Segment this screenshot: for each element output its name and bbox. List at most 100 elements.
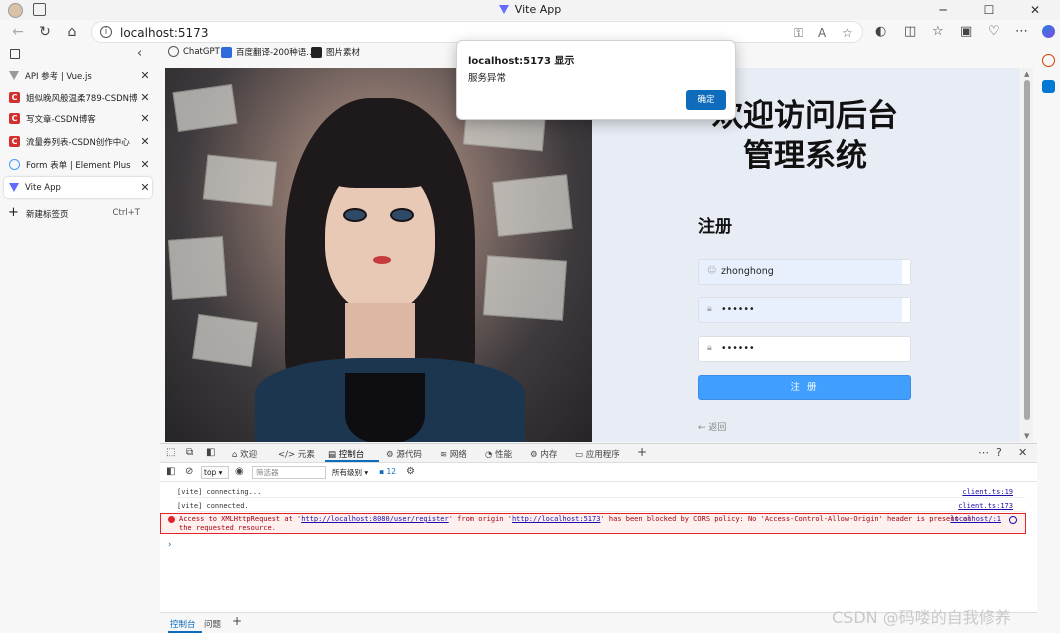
devtools-more-icon[interactable]: ⋯ [978, 446, 989, 459]
tab-application[interactable]: ▭ 应用程序 [575, 448, 620, 460]
lock-icon: 🔒︎ [707, 343, 712, 353]
reload-icon[interactable]: ↻ [36, 23, 54, 41]
scrollbar-thumb[interactable] [1024, 80, 1030, 420]
close-tab-icon[interactable]: ✕ [138, 112, 152, 125]
console-prompt[interactable]: › [167, 540, 172, 550]
close-tab-icon[interactable]: ✕ [138, 158, 152, 171]
tab-performance[interactable]: ◔ 性能 [485, 448, 512, 460]
issues-badge[interactable]: ▪ 12 [379, 467, 396, 476]
console-filter-input[interactable]: 筛选器 [252, 466, 326, 479]
address-url[interactable]: localhost:5173 [120, 26, 208, 40]
tab-csdn-write[interactable]: C 写文章-CSDN博客 ✕ [4, 108, 152, 129]
username-value[interactable]: zhonghong [721, 266, 774, 277]
collapse-sidebar-icon[interactable]: ‹ [137, 46, 142, 61]
console-line: [vite] connected. client.ts:173 [177, 499, 1025, 512]
favorite-star-icon[interactable]: ☆ [842, 26, 853, 40]
vite-favicon-icon [9, 183, 19, 192]
password-input[interactable]: 🔒︎ •••••• [698, 297, 911, 323]
close-window-icon[interactable]: ✕ [1012, 0, 1058, 20]
tab-console[interactable]: ▤ 控制台 [328, 448, 364, 460]
close-tab-icon[interactable]: ✕ [138, 135, 152, 148]
tab-actions-icon[interactable] [10, 49, 20, 59]
drawer-tab-issues[interactable]: 问题 [204, 618, 221, 630]
error-help-icon[interactable] [1009, 516, 1017, 524]
tab-csdn-blog[interactable]: C 姐似晚风般温柔789-CSDN博客 ✕ [4, 87, 152, 108]
source-link[interactable]: client.ts:173 [958, 502, 1013, 510]
tab-label: API 参考 | Vue.js [25, 71, 92, 82]
origin-url-link[interactable]: http://localhost:5173 [512, 515, 601, 523]
back-icon[interactable]: ← [9, 23, 27, 41]
baidu-translate-icon [221, 46, 232, 58]
tab-memory[interactable]: ⚙ 内存 [530, 448, 557, 460]
tab-sources[interactable]: ⚙ 源代码 [386, 448, 422, 460]
scroll-down-icon[interactable]: ▼ [1024, 432, 1029, 440]
tab-network[interactable]: ≋ 网络 [440, 448, 467, 460]
alert-message: 服务异常 [468, 73, 507, 84]
vite-logo-icon [498, 5, 509, 14]
tab-label: Vite App [25, 182, 61, 193]
context-select[interactable]: top ▾ [201, 466, 229, 479]
favorites-icon[interactable]: ☆ [932, 24, 944, 39]
confirm-password-value[interactable]: •••••• [721, 343, 755, 354]
eye-icon[interactable]: ◉ [235, 466, 244, 477]
log-levels-dropdown[interactable]: 所有级别 ▾ [332, 467, 368, 478]
bookmark-chatgpt[interactable]: ChatGPT [168, 46, 220, 57]
username-input[interactable]: ☺ zhonghong [698, 259, 911, 285]
dock-side-icon[interactable]: ◧ [206, 447, 215, 458]
alert-ok-button[interactable]: 确定 [686, 90, 726, 110]
maximize-icon[interactable]: ☐ [966, 0, 1012, 20]
register-button[interactable]: 注 册 [698, 375, 911, 400]
drawer-add-icon[interactable]: + [232, 614, 242, 628]
scroll-up-icon[interactable]: ▲ [1024, 70, 1029, 78]
bookmark-image-assets[interactable]: 图片素材 [311, 46, 360, 58]
new-tab-shortcut: Ctrl+T [112, 208, 140, 218]
performance-icon[interactable]: ♡ [988, 24, 1000, 39]
close-tab-icon[interactable]: ✕ [138, 91, 152, 104]
page-viewport: 欢迎访问后台 管理系统 注册 ☺ zhonghong 🔒︎ •••••• 🔒︎ … [165, 68, 1020, 442]
clear-console-icon[interactable]: ⊘ [185, 466, 193, 477]
tab-element-plus[interactable]: Form 表单 | Element Plus ✕ [4, 154, 152, 175]
add-panel-icon[interactable]: + [637, 445, 647, 459]
key-icon[interactable]: ⚿ [794, 26, 803, 41]
tab-vue-api[interactable]: API 参考 | Vue.js ✕ [4, 65, 152, 86]
csdn-favicon-icon: C [9, 113, 20, 124]
more-menu-icon[interactable]: ⋯ [1015, 24, 1028, 39]
tab-csdn-coupons[interactable]: C 流量券列表-CSDN创作中心 ✕ [4, 131, 152, 152]
password-value[interactable]: •••••• [721, 304, 755, 315]
sidebar-toggle-icon[interactable]: ◧ [166, 466, 175, 477]
home-icon[interactable]: ⌂ [63, 23, 81, 41]
extension-icon[interactable]: ◐ [875, 24, 886, 39]
console-settings-icon[interactable]: ⚙ [406, 466, 415, 477]
bookmark-baidu-translate[interactable]: 百度翻译-200种语... [221, 46, 314, 58]
active-tab-indicator [325, 460, 379, 462]
page-scrollbar[interactable]: ▲ ▼ [1021, 68, 1033, 442]
help-icon[interactable]: ? [996, 446, 1002, 459]
search-sidebar-icon[interactable] [1042, 54, 1055, 67]
collections-icon[interactable]: ▣ [960, 24, 972, 39]
tab-welcome[interactable]: ⌂ 欢迎 [232, 448, 257, 460]
inspect-element-icon[interactable]: ⬚ [166, 447, 175, 458]
tab-vite-app[interactable]: Vite App ✕ [4, 177, 152, 198]
drawer-tab-console[interactable]: 控制台 [170, 618, 196, 630]
console-toolbar: ◧ ⊘ top ▾ ◉ 筛选器 所有级别 ▾ ▪ 12 ⚙ [160, 464, 1037, 482]
request-url-link[interactable]: http://localhost:8080/user/register [301, 515, 449, 523]
confirm-password-input[interactable]: 🔒︎ •••••• [698, 336, 911, 362]
outlook-icon[interactable] [1042, 80, 1055, 93]
console-output: [vite] connecting... client.ts:19 [vite]… [160, 484, 1037, 610]
new-tab-button[interactable]: + 新建标签页 Ctrl+T [8, 205, 148, 221]
close-tab-icon[interactable]: ✕ [138, 181, 152, 194]
device-emulation-icon[interactable]: ⧉ [186, 447, 193, 458]
source-link[interactable]: client.ts:19 [962, 488, 1013, 496]
back-link[interactable]: ← 返回 [698, 420, 726, 433]
copilot-icon[interactable] [1042, 25, 1055, 38]
read-aloud-icon[interactable]: A [818, 26, 826, 40]
tab-elements[interactable]: </> 元素 [278, 448, 315, 460]
devtools-tab-bar: ⬚ ⧉ ◧ ⌂ 欢迎 </> 元素 ▤ 控制台 ⚙ 源代码 ≋ 网络 ◔ 性能 … [160, 444, 1037, 463]
minimize-icon[interactable]: ─ [920, 0, 966, 20]
site-info-icon[interactable]: i [100, 26, 112, 38]
chatgpt-icon [168, 46, 179, 57]
close-devtools-icon[interactable]: ✕ [1018, 446, 1027, 459]
close-tab-icon[interactable]: ✕ [138, 69, 152, 82]
error-source-link[interactable]: localhost/:1 [950, 515, 1001, 523]
split-screen-icon[interactable]: ◫ [904, 24, 916, 39]
